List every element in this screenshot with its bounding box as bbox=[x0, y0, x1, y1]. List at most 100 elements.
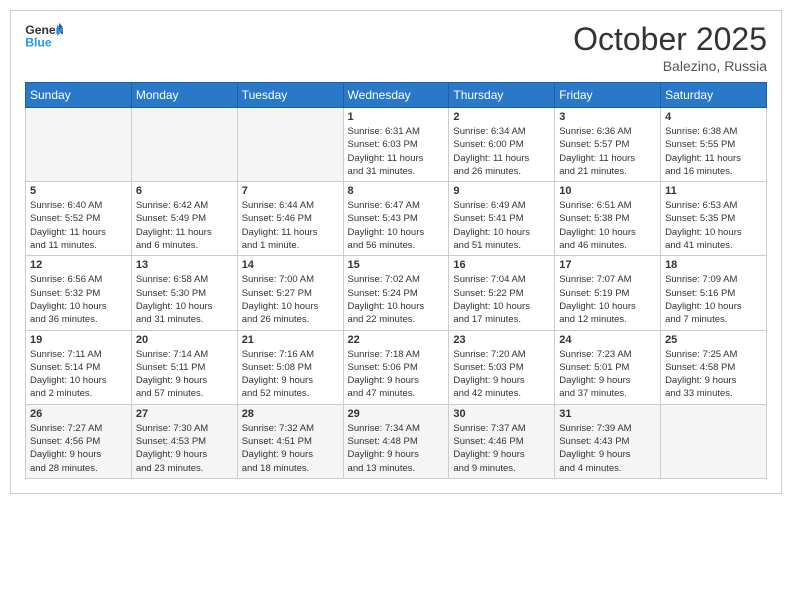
day-info: Sunrise: 7:07 AM Sunset: 5:19 PM Dayligh… bbox=[559, 273, 656, 326]
day-info: Sunrise: 7:27 AM Sunset: 4:56 PM Dayligh… bbox=[30, 422, 127, 475]
day-number: 16 bbox=[453, 259, 550, 271]
calendar-week-row: 26 Sunrise: 7:27 AM Sunset: 4:56 PM Dayli… bbox=[26, 404, 767, 478]
day-info: Sunrise: 7:04 AM Sunset: 5:22 PM Dayligh… bbox=[453, 273, 550, 326]
day-number: 4 bbox=[665, 111, 762, 123]
calendar-table: Sunday Monday Tuesday Wednesday Thursday… bbox=[25, 82, 767, 479]
table-row: 9 Sunrise: 6:49 AM Sunset: 5:41 PM Daylig… bbox=[449, 182, 555, 256]
day-number: 30 bbox=[453, 408, 550, 420]
table-row: 15 Sunrise: 7:02 AM Sunset: 5:24 PM Dayli… bbox=[343, 256, 449, 330]
day-number: 26 bbox=[30, 408, 127, 420]
day-number: 20 bbox=[136, 334, 233, 346]
day-number: 27 bbox=[136, 408, 233, 420]
day-info: Sunrise: 6:47 AM Sunset: 5:43 PM Dayligh… bbox=[348, 199, 445, 252]
table-row: 8 Sunrise: 6:47 AM Sunset: 5:43 PM Daylig… bbox=[343, 182, 449, 256]
day-number: 10 bbox=[559, 185, 656, 197]
day-info: Sunrise: 6:51 AM Sunset: 5:38 PM Dayligh… bbox=[559, 199, 656, 252]
day-info: Sunrise: 7:37 AM Sunset: 4:46 PM Dayligh… bbox=[453, 422, 550, 475]
calendar-page: General Blue October 2025 Balezino, Russ… bbox=[10, 10, 782, 494]
day-info: Sunrise: 6:53 AM Sunset: 5:35 PM Dayligh… bbox=[665, 199, 762, 252]
table-row: 21 Sunrise: 7:16 AM Sunset: 5:08 PM Dayli… bbox=[237, 330, 343, 404]
table-row bbox=[661, 404, 767, 478]
table-row: 28Sunrise: 7:32 AM Sunset: 4:51 PM Dayli… bbox=[237, 404, 343, 478]
day-info: Sunrise: 7:16 AM Sunset: 5:08 PM Dayligh… bbox=[242, 348, 339, 401]
table-row: 5 Sunrise: 6:40 AM Sunset: 5:52 PM Daylig… bbox=[26, 182, 132, 256]
day-info: Sunrise: 7:14 AM Sunset: 5:11 PM Dayligh… bbox=[136, 348, 233, 401]
day-number: 21 bbox=[242, 334, 339, 346]
day-info: Sunrise: 7:09 AM Sunset: 5:16 PM Dayligh… bbox=[665, 273, 762, 326]
table-row: 20 Sunrise: 7:14 AM Sunset: 5:11 PM Dayli… bbox=[131, 330, 237, 404]
svg-text:Blue: Blue bbox=[25, 35, 52, 49]
day-info: Sunrise: 7:39 AM Sunset: 4:43 PM Dayligh… bbox=[559, 422, 656, 475]
table-row: 12 Sunrise: 6:56 AM Sunset: 5:32 PM Dayli… bbox=[26, 256, 132, 330]
day-number: 19 bbox=[30, 334, 127, 346]
day-info: Sunrise: 6:38 AM Sunset: 5:55 PM Dayligh… bbox=[665, 125, 762, 178]
table-row: 19 Sunrise: 7:11 AM Sunset: 5:14 PM Dayli… bbox=[26, 330, 132, 404]
table-row: 14 Sunrise: 7:00 AM Sunset: 5:27 PM Dayli… bbox=[237, 256, 343, 330]
table-row: 24Sunrise: 7:23 AM Sunset: 5:01 PM Dayli… bbox=[555, 330, 661, 404]
table-row: 4 Sunrise: 6:38 AM Sunset: 5:55 PM Daylig… bbox=[661, 108, 767, 182]
day-number: 5 bbox=[30, 185, 127, 197]
weekday-header-row: Sunday Monday Tuesday Wednesday Thursday… bbox=[26, 83, 767, 108]
day-number: 12 bbox=[30, 259, 127, 271]
day-number: 31 bbox=[559, 408, 656, 420]
day-info: Sunrise: 6:36 AM Sunset: 5:57 PM Dayligh… bbox=[559, 125, 656, 178]
day-number: 8 bbox=[348, 185, 445, 197]
day-number: 6 bbox=[136, 185, 233, 197]
day-number: 15 bbox=[348, 259, 445, 271]
day-number: 22 bbox=[348, 334, 445, 346]
day-info: Sunrise: 7:25 AM Sunset: 4:58 PM Dayligh… bbox=[665, 348, 762, 401]
table-row bbox=[237, 108, 343, 182]
day-number: 18 bbox=[665, 259, 762, 271]
table-row: 11Sunrise: 6:53 AM Sunset: 5:35 PM Dayli… bbox=[661, 182, 767, 256]
table-row: 23Sunrise: 7:20 AM Sunset: 5:03 PM Dayli… bbox=[449, 330, 555, 404]
table-row: 17 Sunrise: 7:07 AM Sunset: 5:19 PM Dayli… bbox=[555, 256, 661, 330]
header-monday: Monday bbox=[131, 83, 237, 108]
day-info: Sunrise: 6:34 AM Sunset: 6:00 PM Dayligh… bbox=[453, 125, 550, 178]
table-row: 30 Sunrise: 7:37 AM Sunset: 4:46 PM Dayli… bbox=[449, 404, 555, 478]
day-info: Sunrise: 6:40 AM Sunset: 5:52 PM Dayligh… bbox=[30, 199, 127, 252]
table-row: 18 Sunrise: 7:09 AM Sunset: 5:16 PM Dayli… bbox=[661, 256, 767, 330]
table-row: 3Sunrise: 6:36 AM Sunset: 5:57 PM Daylig… bbox=[555, 108, 661, 182]
day-number: 17 bbox=[559, 259, 656, 271]
day-info: Sunrise: 6:56 AM Sunset: 5:32 PM Dayligh… bbox=[30, 273, 127, 326]
day-number: 23 bbox=[453, 334, 550, 346]
day-number: 13 bbox=[136, 259, 233, 271]
title-block: October 2025 Balezino, Russia bbox=[573, 21, 767, 74]
month-title: October 2025 bbox=[573, 21, 767, 58]
day-info: Sunrise: 7:30 AM Sunset: 4:53 PM Dayligh… bbox=[136, 422, 233, 475]
logo: General Blue bbox=[25, 21, 63, 51]
header-tuesday: Tuesday bbox=[237, 83, 343, 108]
table-row: 25 Sunrise: 7:25 AM Sunset: 4:58 PM Dayli… bbox=[661, 330, 767, 404]
table-row: 1Sunrise: 6:31 AM Sunset: 6:03 PM Daylig… bbox=[343, 108, 449, 182]
header-thursday: Thursday bbox=[449, 83, 555, 108]
header-sunday: Sunday bbox=[26, 83, 132, 108]
day-number: 7 bbox=[242, 185, 339, 197]
table-row: 6Sunrise: 6:42 AM Sunset: 5:49 PM Daylig… bbox=[131, 182, 237, 256]
day-number: 28 bbox=[242, 408, 339, 420]
day-number: 29 bbox=[348, 408, 445, 420]
day-number: 24 bbox=[559, 334, 656, 346]
day-number: 25 bbox=[665, 334, 762, 346]
calendar-week-row: 1Sunrise: 6:31 AM Sunset: 6:03 PM Daylig… bbox=[26, 108, 767, 182]
table-row: 13 Sunrise: 6:58 AM Sunset: 5:30 PM Dayli… bbox=[131, 256, 237, 330]
day-info: Sunrise: 7:02 AM Sunset: 5:24 PM Dayligh… bbox=[348, 273, 445, 326]
day-info: Sunrise: 7:11 AM Sunset: 5:14 PM Dayligh… bbox=[30, 348, 127, 401]
day-info: Sunrise: 6:44 AM Sunset: 5:46 PM Dayligh… bbox=[242, 199, 339, 252]
day-number: 2 bbox=[453, 111, 550, 123]
header-friday: Friday bbox=[555, 83, 661, 108]
day-number: 9 bbox=[453, 185, 550, 197]
table-row bbox=[26, 108, 132, 182]
calendar-week-row: 19 Sunrise: 7:11 AM Sunset: 5:14 PM Dayli… bbox=[26, 330, 767, 404]
day-info: Sunrise: 6:58 AM Sunset: 5:30 PM Dayligh… bbox=[136, 273, 233, 326]
day-info: Sunrise: 7:00 AM Sunset: 5:27 PM Dayligh… bbox=[242, 273, 339, 326]
day-info: Sunrise: 7:34 AM Sunset: 4:48 PM Dayligh… bbox=[348, 422, 445, 475]
day-number: 14 bbox=[242, 259, 339, 271]
table-row: 2 Sunrise: 6:34 AM Sunset: 6:00 PM Daylig… bbox=[449, 108, 555, 182]
day-info: Sunrise: 6:49 AM Sunset: 5:41 PM Dayligh… bbox=[453, 199, 550, 252]
calendar-week-row: 12 Sunrise: 6:56 AM Sunset: 5:32 PM Dayli… bbox=[26, 256, 767, 330]
day-info: Sunrise: 7:18 AM Sunset: 5:06 PM Dayligh… bbox=[348, 348, 445, 401]
day-info: Sunrise: 6:31 AM Sunset: 6:03 PM Dayligh… bbox=[348, 125, 445, 178]
location: Balezino, Russia bbox=[573, 58, 767, 74]
table-row: 27 Sunrise: 7:30 AM Sunset: 4:53 PM Dayli… bbox=[131, 404, 237, 478]
calendar-week-row: 5 Sunrise: 6:40 AM Sunset: 5:52 PM Daylig… bbox=[26, 182, 767, 256]
